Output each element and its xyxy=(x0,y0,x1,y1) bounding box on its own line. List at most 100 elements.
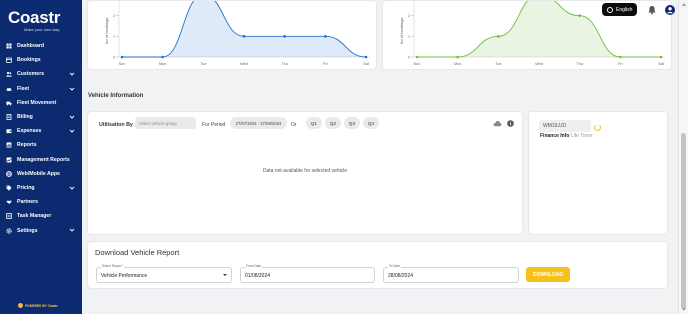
chart-xtick-label: Thu xyxy=(281,62,288,66)
sidebar-item-bookings[interactable]: Bookings xyxy=(0,53,82,67)
globe-icon xyxy=(6,170,12,177)
chart-point-sun[interactable] xyxy=(120,55,124,59)
quarter-button-q2[interactable]: Q2 xyxy=(325,117,341,129)
sidebar-item-expenses[interactable]: Expenses xyxy=(0,124,82,138)
period-label: For Period xyxy=(202,122,226,128)
sidebar-item-fleet-movement[interactable]: Fleet Movement xyxy=(0,96,82,110)
chart-icon xyxy=(6,157,12,163)
sidebar-item-pricing[interactable]: Pricing xyxy=(0,181,82,195)
dropdown-caret-icon xyxy=(223,274,227,276)
cloud-download-icon[interactable] xyxy=(493,120,502,127)
chart-point-thu[interactable] xyxy=(578,14,581,17)
vehicle-group-select[interactable]: Select vehicle group xyxy=(135,117,196,129)
chevron-down-icon xyxy=(69,71,75,77)
main-content: No of bookings 0 1 2 Sun Mon Tue Wed Thu Fri Sat N… xyxy=(82,0,678,314)
chart-point-mon[interactable] xyxy=(161,55,164,59)
sidebar-item-label: Pricing xyxy=(17,184,35,191)
sidebar-item-settings[interactable]: Settings xyxy=(0,223,82,237)
sidebar-item-billing[interactable]: Billing xyxy=(0,110,82,124)
user-avatar-icon[interactable] xyxy=(665,4,676,15)
sidebar-item-partners[interactable]: Partners xyxy=(0,195,82,209)
scroll-up-icon[interactable] xyxy=(682,3,686,6)
chart-point-fri[interactable] xyxy=(324,35,327,38)
chart-xtick-label: Fri xyxy=(618,62,623,66)
info-icon[interactable] xyxy=(507,120,514,127)
chart-point-wed[interactable] xyxy=(242,35,246,38)
brand-logo[interactable]: Coastr Make your own way. xyxy=(8,9,60,32)
gear-icon xyxy=(6,227,12,234)
sidebar-item-label: Partners xyxy=(17,199,39,206)
bookings-chart-left: No of bookings 0 1 2 Sun Mon Tue Wed Thu Fri Sat xyxy=(87,0,377,70)
car-icon xyxy=(6,86,12,92)
chart-xtick-label: Wed xyxy=(535,62,543,66)
to-date-input[interactable]: To Date 28/08/2024 xyxy=(383,264,519,283)
report-icon xyxy=(6,142,12,148)
tasks-icon xyxy=(6,213,12,220)
powered-by: POWERED BY Coastr xyxy=(18,303,58,308)
quarter-button-q3[interactable]: Q3 xyxy=(344,117,360,129)
sidebar-item-label: Settings xyxy=(17,227,38,234)
brand-name: Coastr xyxy=(8,8,61,27)
sidebar-item-customers[interactable]: Customers xyxy=(0,67,82,81)
sidebar-item-web-mobile-apps[interactable]: Web/Mobile Apps xyxy=(0,167,82,181)
chevron-down-icon xyxy=(69,86,75,92)
language-icon xyxy=(607,6,613,13)
sidebar: Coastr Make your own way. Dashboard Booki… xyxy=(0,0,82,314)
sidebar-item-reports[interactable]: Reports xyxy=(0,138,82,152)
vehicle-information-title: Vehicle Information xyxy=(88,93,144,99)
chart-ytick-label: 1 xyxy=(113,35,115,39)
download-button[interactable]: DOWNLOAD xyxy=(526,267,570,282)
utilisation-label: Utilisation By xyxy=(99,122,133,128)
scroll-down-icon[interactable] xyxy=(682,308,686,311)
to-date-value: 28/08/2024 xyxy=(388,273,414,279)
language-button[interactable]: English xyxy=(602,3,638,16)
finance-info-title: Finance Info xyxy=(540,133,570,139)
page-scrollbar[interactable] xyxy=(678,0,688,314)
sidebar-item-fleet[interactable]: Fleet xyxy=(0,82,82,96)
from-date-input[interactable]: From Date 01/08/2024 xyxy=(240,264,375,283)
quarter-button-q1[interactable]: Q1 xyxy=(306,117,322,129)
chart-ytick-label: 0 xyxy=(113,55,115,59)
sidebar-item-management-reports[interactable]: Management Reports xyxy=(0,153,82,167)
sidebar-item-label: Task Manager xyxy=(17,213,52,220)
chart-ylabel: No of bookings xyxy=(104,18,109,45)
chart-point-sun[interactable] xyxy=(415,55,419,59)
tag-icon xyxy=(6,185,12,191)
sidebar-item-label: Customers xyxy=(17,71,45,78)
chart-point-tue[interactable] xyxy=(497,35,500,38)
users-icon xyxy=(6,71,12,78)
chart-xtick-label: Sun xyxy=(414,62,421,66)
chart-point-sat[interactable] xyxy=(364,55,368,59)
utilisation-card: Utilisation By Select vehicle group For … xyxy=(87,111,523,235)
sidebar-item-dashboard[interactable]: Dashboard xyxy=(0,39,82,53)
vehicle-registration: WM19JJD xyxy=(539,120,591,132)
chart-point-mon[interactable] xyxy=(456,55,459,59)
sidebar-item-label: Billing xyxy=(17,114,33,121)
chevron-down-icon xyxy=(69,185,75,191)
wallet-icon xyxy=(6,128,12,134)
chart-xtick-label: Sun xyxy=(119,62,126,66)
language-label: English xyxy=(616,6,633,13)
chart-point-sat[interactable] xyxy=(659,55,663,59)
chart-xtick-label: Mon xyxy=(454,62,461,66)
bookings-chart-left-svg: No of bookings 0 1 2 Sun Mon Tue Wed Thu Fri Sat xyxy=(104,1,370,66)
report-select-value: Vehicle Performance xyxy=(101,273,148,279)
chart-point-fri[interactable] xyxy=(619,55,622,59)
to-date-label: To Date xyxy=(388,264,401,268)
powered-by-text: POWERED BY Coastr xyxy=(25,303,58,308)
scrollbar-thumb[interactable] xyxy=(681,133,686,309)
chart-ytick-label: 0 xyxy=(408,55,410,59)
sidebar-item-label: Fleet xyxy=(17,85,30,92)
sidebar-item-label: Expenses xyxy=(17,128,42,135)
sidebar-item-task-manager[interactable]: Task Manager xyxy=(0,209,82,223)
topbar: English xyxy=(602,3,676,16)
or-label: Or xyxy=(291,122,297,128)
download-report-title: Download Vehicle Report xyxy=(95,248,180,257)
period-range-input[interactable]: 27/07/2024 - 27/08/2024 xyxy=(230,117,287,129)
bell-icon[interactable] xyxy=(647,5,657,15)
chart-point-thu[interactable] xyxy=(283,35,286,38)
sidebar-item-label: Reports xyxy=(17,142,37,149)
report-select[interactable]: Select Report * Vehicle Performance xyxy=(96,264,232,283)
quarter-button-q4[interactable]: Q4 xyxy=(363,117,379,129)
report-select-label: Select Report * xyxy=(101,264,125,268)
